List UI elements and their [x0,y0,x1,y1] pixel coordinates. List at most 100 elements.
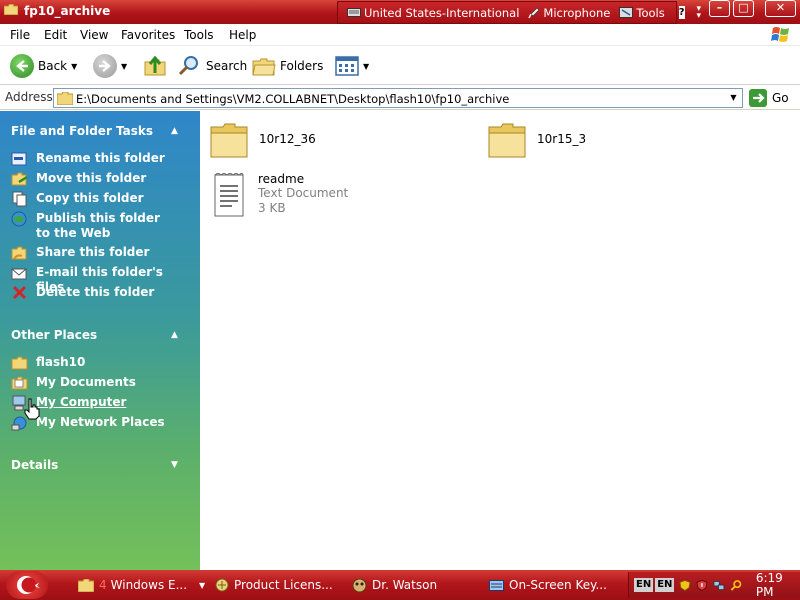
views-button[interactable]: ▼ [335,53,369,79]
go-arrow-icon [749,89,767,107]
up-folder-button[interactable] [143,53,167,79]
hand-cursor-icon [24,398,40,420]
minimize-button[interactable]: – [709,0,730,17]
folders-icon [252,58,276,76]
search-button[interactable]: Search [177,53,247,79]
collapse-chevron-icon[interactable]: ▲ [171,330,178,340]
clock[interactable]: 6:19 PM [756,571,800,599]
address-input[interactable]: E:\Documents and Settings\VM2.COLLABNET\… [53,88,743,108]
taskbar-dr-watson[interactable]: Dr. Watson [352,573,437,597]
back-dropdown-icon[interactable]: ▼ [71,62,77,71]
menu-favorites[interactable]: Favorites [121,28,175,42]
menu-file[interactable]: File [10,28,30,42]
language-indicator[interactable]: EN [634,578,654,592]
place-label: My Computer [36,395,127,409]
text-document-icon [214,173,244,217]
place-flash10[interactable]: flash10 [11,355,176,371]
search-icon [178,56,198,76]
collapse-chevron-icon[interactable]: ▲ [171,126,178,136]
views-dropdown-icon[interactable]: ▼ [363,62,369,71]
expand-chevron-icon[interactable]: ▼ [171,460,178,470]
folder-item[interactable]: 10r15_3 [488,121,586,159]
file-name: readme [258,172,305,186]
file-folder-tasks-title[interactable]: File and Folder Tasks [11,124,153,138]
file-type: Text Document [258,186,349,200]
folder-icon [78,578,94,592]
place-my-documents[interactable]: My Documents [11,375,176,391]
taskbar-group-windows-explorer[interactable]: 4 Windows E... ▼ [78,573,205,597]
language-bar-options-icon[interactable]: ▾ ▾ [697,4,702,20]
keyboard-layout-label: United States-International [364,5,520,20]
task-label: Rename this folder [36,151,165,165]
views-icon [335,56,359,76]
details-title[interactable]: Details [11,458,58,472]
tools-button[interactable]: Tools [619,5,665,20]
maximize-button[interactable]: □ [733,0,754,17]
menu-tools[interactable]: Tools [184,28,214,42]
task-publish-web[interactable]: Publish this folder to the Web [11,211,176,241]
menu-view[interactable]: View [80,28,108,42]
publish-web-icon [11,211,27,227]
help-button[interactable]: ? [678,6,685,19]
security-alert-icon[interactable] [696,579,708,592]
up-folder-icon [144,55,166,76]
group-dropdown-icon: ▼ [199,580,206,590]
language-indicator-secondary[interactable]: EN [655,578,675,592]
other-places-title[interactable]: Other Places [11,328,97,342]
menu-edit[interactable]: Edit [44,28,67,42]
folder-item[interactable]: 10r12_36 [210,121,316,159]
dr-watson-icon [352,578,367,592]
tools-label: Tools [636,5,665,20]
tools-icon [619,7,634,18]
taskbar-product-license[interactable]: Product Licens... [215,573,333,597]
file-size: 3 KB [258,201,286,215]
network-icon[interactable] [713,579,725,592]
task-label: Delete this folder [36,285,155,299]
task-copy-folder[interactable]: Copy this folder [11,191,176,207]
file-name: 10r15_3 [537,132,587,146]
task-delete-folder[interactable]: Delete this folder [11,285,176,301]
start-button[interactable] [6,571,48,599]
title-bar: fp10_archive United States-International… [0,0,800,24]
folders-button[interactable]: Folders [252,53,323,79]
microphone-label: Microphone [543,5,611,20]
keyboard-icon [489,579,504,591]
taskbar-on-screen-keyboard[interactable]: On-Screen Key... [489,573,607,597]
product-license-icon [215,578,229,592]
system-tray: EN EN 6:19 PM [628,571,800,599]
task-pane: File and Folder Tasks ▲ Rename this fold… [0,111,200,570]
microphone-icon [528,7,540,18]
back-arrow-icon [10,54,34,78]
task-move-folder[interactable]: Move this folder [11,171,176,187]
forward-dropdown-icon[interactable]: ▼ [121,62,127,71]
address-label: Address [5,90,53,104]
email-icon [11,268,27,280]
move-icon [11,172,28,186]
microphone-button[interactable]: Microphone [528,6,610,20]
folders-label: Folders [280,59,324,73]
keyboard-layout-button[interactable]: United States-International [347,6,519,20]
menu-help[interactable]: Help [229,28,256,42]
close-button[interactable]: ✕ [765,0,796,17]
place-label: My Network Places [36,415,165,429]
task-label: Copy this folder [36,191,144,205]
task-label: Product Licens... [234,578,333,592]
task-rename-folder[interactable]: Rename this folder [11,151,176,167]
file-list: 10r12_36 10r15_3 readme Text Document 3 … [200,111,800,570]
search-label: Search [206,59,248,73]
search-icon[interactable] [730,579,742,592]
address-bar: Address E:\Documents and Settings\VM2.CO… [0,86,800,110]
task-label: On-Screen Key... [509,578,607,592]
back-button[interactable]: Back ▼ [10,53,77,79]
task-label: Share this folder [36,245,150,259]
forward-button[interactable]: ▼ [93,53,127,79]
document-item[interactable]: readme Text Document 3 KB [212,172,348,218]
security-shield-icon[interactable] [679,579,691,592]
task-share-folder[interactable]: Share this folder [11,245,176,261]
go-button[interactable]: Go [749,89,789,107]
toolbar: Back ▼ ▼ Search Folders ▼ [0,47,800,85]
share-icon [11,246,27,260]
keyboard-icon [347,8,361,17]
task-label: Windows E... [110,578,188,592]
address-dropdown-icon[interactable]: ▼ [726,90,741,106]
